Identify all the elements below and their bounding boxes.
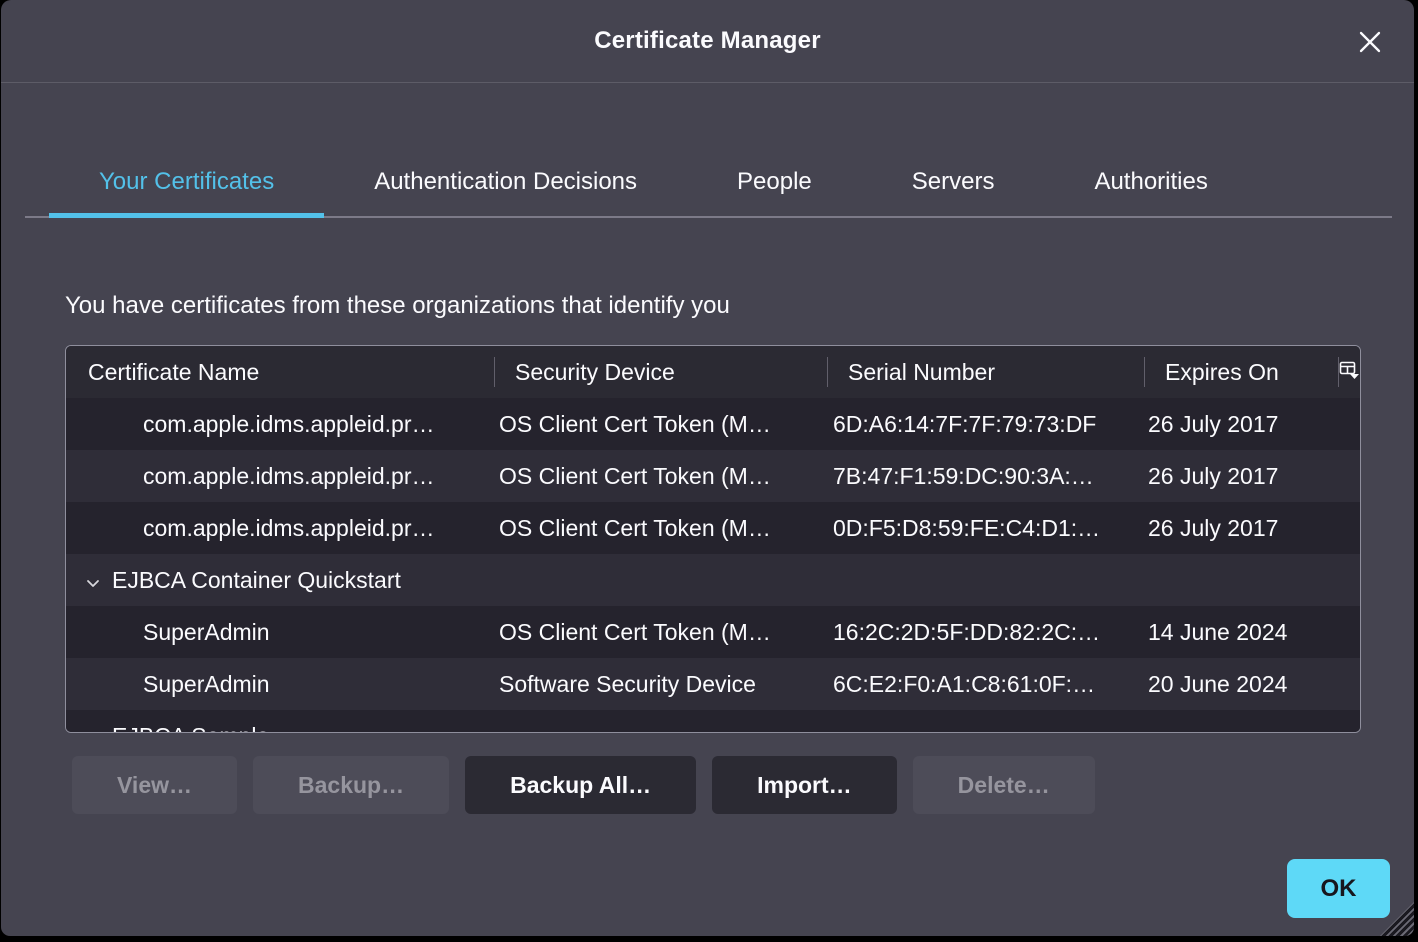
cert-device: OS Client Cert Token (M… [494, 619, 827, 646]
action-button-row: View… Backup… Backup All… Import… Delete… [72, 756, 1095, 814]
table-row[interactable]: com.apple.idms.appleid.pr… OS Client Cer… [66, 398, 1360, 450]
cert-expires: 26 July 2017 [1144, 515, 1338, 542]
column-header-security-device[interactable]: Security Device [494, 346, 827, 398]
cert-device: Software Security Device [494, 671, 827, 698]
tab-people[interactable]: People [687, 148, 862, 216]
tab-your-certificates[interactable]: Your Certificates [49, 148, 324, 216]
cert-name: com.apple.idms.appleid.pr… [66, 515, 494, 542]
cert-name: com.apple.idms.appleid.pr… [66, 463, 494, 490]
cert-serial: 6D:A6:14:7F:7F:79:73:DF [827, 411, 1144, 438]
view-button[interactable]: View… [72, 756, 237, 814]
chevron-down-icon[interactable] [84, 727, 102, 733]
backup-button[interactable]: Backup… [253, 756, 449, 814]
column-picker-icon [1339, 359, 1360, 386]
ok-button[interactable]: OK [1287, 859, 1390, 918]
tab-servers[interactable]: Servers [862, 148, 1045, 216]
title-bar: Certificate Manager [1, 0, 1414, 83]
table-row[interactable]: com.apple.idms.appleid.pr… OS Client Cer… [66, 450, 1360, 502]
column-picker-button[interactable] [1338, 346, 1360, 398]
column-header-expires-on[interactable]: Expires On [1144, 346, 1338, 398]
cert-name: SuperAdmin [66, 671, 494, 698]
cert-serial: 7B:47:F1:59:DC:90:3A:… [827, 463, 1144, 490]
table-body: com.apple.idms.appleid.pr… OS Client Cer… [66, 398, 1360, 733]
cert-serial: 16:2C:2D:5F:DD:82:2C:… [827, 619, 1144, 646]
cert-expires: 20 June 2024 [1144, 671, 1338, 698]
cert-serial: 0D:F5:D8:59:FE:C4:D1:… [827, 515, 1144, 542]
tab-authentication-decisions[interactable]: Authentication Decisions [324, 148, 687, 216]
cert-device: OS Client Cert Token (M… [494, 411, 827, 438]
intro-text: You have certificates from these organiz… [65, 292, 730, 320]
backup-all-button[interactable]: Backup All… [465, 756, 696, 814]
import-button[interactable]: Import… [712, 756, 897, 814]
table-row[interactable]: SuperAdmin OS Client Cert Token (M… 16:2… [66, 606, 1360, 658]
cert-name: SuperAdmin [66, 619, 494, 646]
table-row[interactable]: com.apple.idms.appleid.pr… OS Client Cer… [66, 502, 1360, 554]
cert-device: OS Client Cert Token (M… [494, 463, 827, 490]
tab-bar: Your Certificates Authentication Decisio… [25, 148, 1392, 218]
close-button[interactable] [1350, 22, 1390, 62]
table-row[interactable]: SuperAdmin Software Security Device 6C:E… [66, 658, 1360, 710]
page-title: Certificate Manager [594, 27, 821, 55]
certificate-manager-dialog: Certificate Manager Your Certificates Au… [1, 0, 1414, 936]
cert-expires: 14 June 2024 [1144, 619, 1338, 646]
chevron-down-icon[interactable] [84, 571, 102, 589]
delete-button[interactable]: Delete… [913, 756, 1095, 814]
group-name: EJBCA Sample [112, 723, 269, 734]
certificates-table: Certificate Name Security Device Serial … [65, 345, 1361, 733]
column-header-certificate-name[interactable]: Certificate Name [66, 346, 494, 398]
tab-authorities[interactable]: Authorities [1044, 148, 1257, 216]
group-row-ejbca-container-quickstart[interactable]: EJBCA Container Quickstart [66, 554, 1360, 606]
table-header: Certificate Name Security Device Serial … [66, 346, 1360, 398]
cert-device: OS Client Cert Token (M… [494, 515, 827, 542]
cert-expires: 26 July 2017 [1144, 463, 1338, 490]
cert-serial: 6C:E2:F0:A1:C8:61:0F:… [827, 671, 1144, 698]
group-name: EJBCA Container Quickstart [112, 567, 401, 594]
close-icon [1355, 27, 1385, 57]
column-header-serial-number[interactable]: Serial Number [827, 346, 1144, 398]
cert-expires: 26 July 2017 [1144, 411, 1338, 438]
cert-name: com.apple.idms.appleid.pr… [66, 411, 494, 438]
group-row-ejbca-sample-partial[interactable]: EJBCA Sample [66, 710, 1360, 733]
